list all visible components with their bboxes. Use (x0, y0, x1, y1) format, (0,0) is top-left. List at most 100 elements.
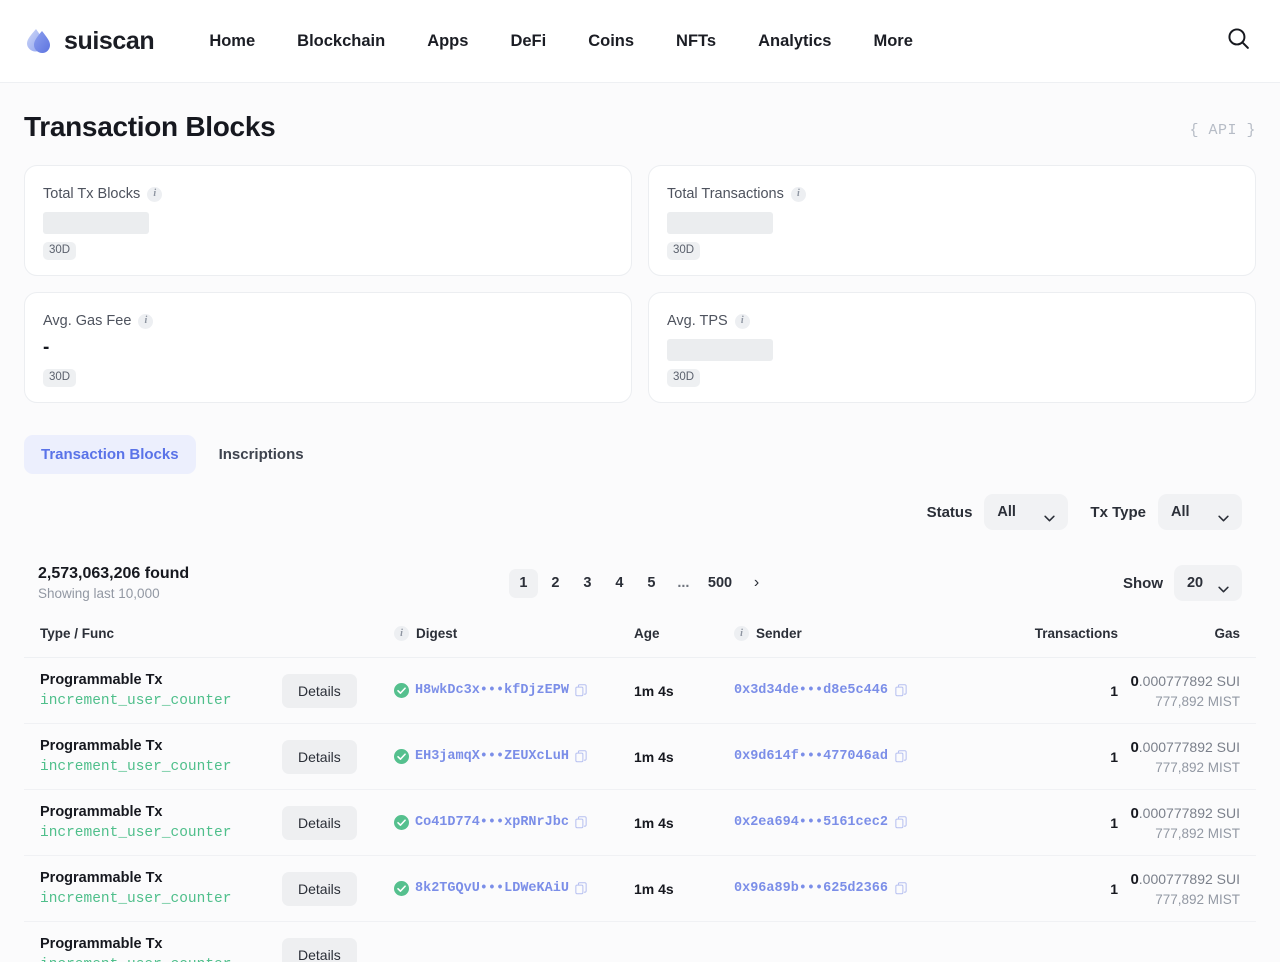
digest-link[interactable]: EH3jamqX•••ZEUXcLuH (415, 749, 569, 764)
nav-item-apps[interactable]: Apps (406, 22, 489, 61)
brand-logo-link[interactable]: suiscan (24, 26, 155, 56)
transactions-table-wrapper: Type / Func i Digest Age i Sender Transa… (24, 616, 1256, 962)
info-icon[interactable]: i (734, 313, 750, 329)
cell-details: Details (282, 855, 394, 922)
details-button[interactable]: Details (282, 739, 357, 774)
nav-links: Home Blockchain Apps DeFi Coins NFTs Ana… (188, 22, 934, 61)
search-button[interactable] (1218, 21, 1258, 61)
table-row[interactable]: Programmable Tx increment_user_counter D… (24, 723, 1256, 790)
brand-name: suiscan (64, 26, 155, 55)
cell-digest: H8wkDc3x•••kfDjzEPW (394, 657, 634, 724)
info-icon[interactable]: i (147, 186, 163, 202)
info-icon[interactable]: i (138, 313, 154, 329)
filters: Status All Tx Type All (24, 494, 1256, 530)
pagination-next-button[interactable]: › (742, 569, 771, 598)
stat-period-badge: 30D (667, 242, 701, 260)
details-button[interactable]: Details (282, 937, 357, 962)
table-body: Programmable Tx increment_user_counter D… (24, 657, 1256, 962)
table-header-row: Type / Func i Digest Age i Sender Transa… (24, 616, 1256, 658)
cell-digest: EH3jamqX•••ZEUXcLuH (394, 723, 634, 790)
nav-item-nfts[interactable]: NFTs (655, 22, 737, 61)
stat-period-badge: 30D (43, 242, 77, 260)
pagination-page-1[interactable]: 1 (508, 568, 538, 598)
page-header: Transaction Blocks { API } (24, 83, 1256, 165)
column-label: Type / Func (40, 626, 115, 641)
sender-link[interactable]: 0x9d614f•••477046ad (734, 749, 888, 764)
stat-label-row: Total Tx Blocks i (43, 186, 613, 202)
results-summary: 2,573,063,206 found Showing last 10,000 (38, 565, 258, 601)
tx-function-link[interactable]: increment_user_counter (40, 759, 282, 775)
copy-icon[interactable] (895, 882, 907, 895)
details-button[interactable]: Details (282, 673, 357, 708)
nav-item-defi[interactable]: DeFi (489, 22, 567, 61)
column-label: Transactions (1034, 626, 1118, 641)
copy-icon[interactable] (575, 750, 587, 763)
info-icon[interactable]: i (394, 626, 409, 641)
tx-function-link[interactable]: increment_user_counter (40, 957, 282, 962)
digest-link[interactable]: H8wkDc3x•••kfDjzEPW (415, 683, 569, 698)
gas-fraction: .000777892 SUI (1138, 672, 1240, 689)
info-icon[interactable]: i (734, 626, 749, 641)
tx-function-link[interactable]: increment_user_counter (40, 891, 282, 907)
cell-details: Details (282, 789, 394, 856)
info-icon[interactable]: i (790, 186, 806, 202)
details-button[interactable]: Details (282, 871, 357, 906)
cell-transactions: 1 (956, 789, 1118, 856)
copy-icon[interactable] (895, 816, 907, 829)
pagination-page-500[interactable]: 500 (701, 569, 739, 598)
results-showing-note: Showing last 10,000 (38, 586, 160, 601)
success-check-icon (394, 815, 409, 830)
gas-fraction: .000777892 SUI (1138, 804, 1240, 821)
stat-period-badge: 30D (43, 369, 77, 387)
stat-label: Avg. TPS (667, 313, 728, 329)
digest-link[interactable]: 8k2TGQvU•••LDWeKAiU (415, 881, 569, 896)
pagination-page-3[interactable]: 3 (573, 569, 602, 598)
api-link[interactable]: { API } (1189, 122, 1256, 143)
nav-item-more[interactable]: More (852, 22, 933, 61)
copy-icon[interactable] (575, 816, 587, 829)
page-title: Transaction Blocks (24, 111, 276, 142)
stat-label-row: Avg. TPS i (667, 313, 1237, 329)
page-size-select[interactable]: 20 (1173, 565, 1242, 601)
cell-digest: 8k2TGQvU•••LDWeKAiU (394, 855, 634, 922)
digest-link[interactable]: Co41D774•••xpRNrJbc (415, 815, 569, 830)
cell-age (634, 921, 734, 962)
copy-icon[interactable] (895, 684, 907, 697)
cell-type-func: Programmable Tx increment_user_counter (24, 723, 282, 790)
nav-item-coins[interactable]: Coins (567, 22, 655, 61)
tx-type-select-value: All (1171, 504, 1190, 520)
filter-label: Status (926, 503, 973, 521)
details-button[interactable]: Details (282, 805, 357, 840)
nav-item-analytics[interactable]: Analytics (737, 22, 852, 61)
sender-link[interactable]: 0x96a89b•••625d2366 (734, 881, 888, 896)
tx-type-select[interactable]: All (1158, 494, 1242, 530)
pagination-page-5[interactable]: 5 (637, 569, 666, 598)
cell-age: 1m 4s (634, 657, 734, 724)
sender-link[interactable]: 0x3d34de•••d8e5c446 (734, 683, 888, 698)
tx-function-link[interactable]: increment_user_counter (40, 825, 282, 841)
tab-transaction-blocks[interactable]: Transaction Blocks (24, 435, 196, 474)
cell-age: 1m 4s (634, 723, 734, 790)
table-row[interactable]: Programmable Tx increment_user_counter D… (24, 657, 1256, 724)
table-row[interactable]: Programmable Tx increment_user_counter D… (24, 855, 1256, 922)
status-select[interactable]: All (984, 494, 1069, 530)
table-row[interactable]: Programmable Tx increment_user_counter D… (24, 789, 1256, 856)
tx-function-link[interactable]: increment_user_counter (40, 693, 282, 709)
copy-icon[interactable] (575, 882, 587, 895)
nav-item-blockchain[interactable]: Blockchain (276, 22, 406, 61)
pagination-page-4[interactable]: 4 (605, 569, 634, 598)
copy-icon[interactable] (895, 750, 907, 763)
stat-value-skeleton (667, 212, 773, 234)
gas-integer: 0 (1130, 738, 1139, 756)
nav-item-home[interactable]: Home (188, 22, 276, 61)
pagination-page-2[interactable]: 2 (541, 569, 570, 598)
chevron-down-icon (1218, 509, 1229, 521)
copy-icon[interactable] (575, 684, 587, 697)
stat-card-total-transactions: Total Transactions i 30D (648, 165, 1256, 276)
tab-inscriptions[interactable]: Inscriptions (202, 435, 321, 474)
sender-link[interactable]: 0x2ea694•••5161cec2 (734, 815, 888, 830)
cell-transactions: 1 (956, 723, 1118, 790)
chevron-down-icon (1044, 509, 1056, 521)
table-row[interactable]: Programmable Tx increment_user_counter D… (24, 921, 1256, 962)
stat-label: Total Tx Blocks (43, 186, 141, 202)
